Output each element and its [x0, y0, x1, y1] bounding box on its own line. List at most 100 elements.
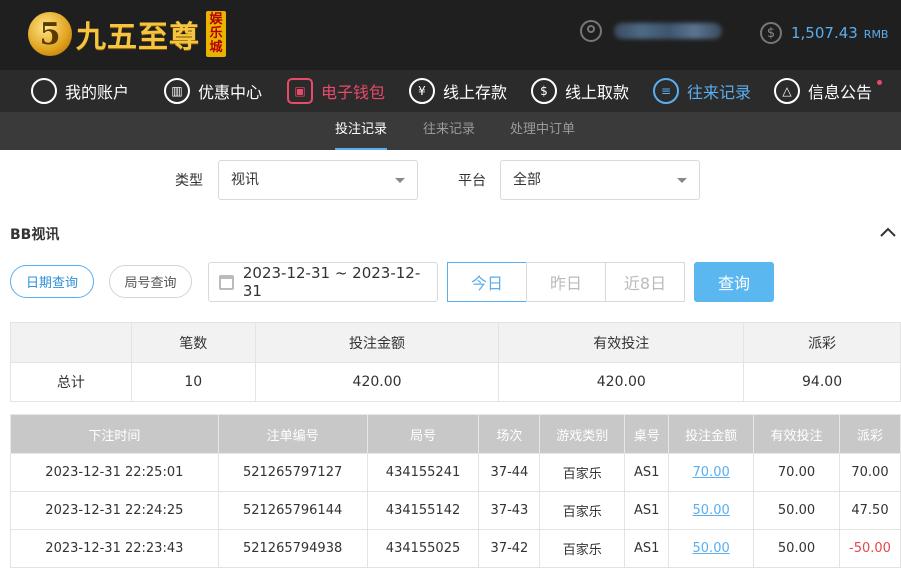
round-id: 434155142 [366, 491, 480, 530]
type-select[interactable]: 视讯 [218, 160, 418, 200]
summary-header-cell: 派彩 [743, 322, 901, 363]
bell-icon: △ [774, 78, 800, 104]
summary-header-cell: 投注金额 [254, 322, 500, 363]
nav-online-deposit[interactable]: ¥ 线上存款 [409, 76, 507, 106]
bet-id: 521265794938 [217, 529, 368, 568]
column-header: 桌号 [624, 414, 670, 454]
nav-label: 线上存款 [443, 83, 508, 102]
summary-header-row: 笔数 投注金额 有效投注 派彩 [10, 322, 901, 363]
type-label: 类型 [175, 173, 203, 189]
payout: -50.00 [838, 529, 901, 568]
gift-icon: ▥ [164, 78, 190, 104]
user-avatar-icon [580, 20, 602, 42]
user-info[interactable] [580, 20, 722, 42]
tab-transaction-records[interactable]: 往来记录 [423, 112, 475, 150]
table-row: 2023-12-31 22:25:01 521265797127 4341552… [10, 453, 901, 492]
balance-display: $ 1,507.43 RMB [760, 22, 888, 44]
bet-time: 2023-12-31 22:25:01 [10, 453, 219, 492]
top-header: 5 九五至尊 娱乐城 $ 1,507.43 RMB [0, 0, 901, 70]
nav-label: 优惠中心 [198, 83, 263, 102]
chevron-up-icon[interactable] [878, 222, 898, 242]
nav-my-account[interactable]: 我的账户 [31, 76, 129, 106]
table-row: 2023-12-31 22:23:43 521265794938 4341550… [10, 529, 901, 568]
table-id: AS1 [624, 491, 670, 530]
bet-id: 521265797127 [217, 453, 368, 492]
table-id: AS1 [624, 453, 670, 492]
nav-e-wallet[interactable]: ▣ 电子钱包 [287, 76, 385, 106]
summary-header-cell: 有效投注 [498, 322, 745, 363]
column-header: 注单编号 [217, 414, 368, 454]
chevron-down-icon [677, 178, 687, 183]
query-button[interactable]: 查询 [694, 262, 774, 302]
nav-transaction-records[interactable]: ≡ 往来记录 [653, 76, 751, 106]
column-header: 场次 [478, 414, 541, 454]
site-logo[interactable]: 5 九五至尊 娱乐城 [28, 8, 226, 60]
deposit-icon: ¥ [409, 78, 435, 104]
column-header: 有效投注 [753, 414, 840, 454]
summary-header-cell: 笔数 [130, 322, 256, 363]
bet-amount-link[interactable]: 50.00 [668, 491, 755, 530]
bet-amount-link[interactable]: 70.00 [668, 453, 755, 492]
column-header: 下注时间 [10, 414, 219, 454]
bet-amount-link[interactable]: 50.00 [668, 529, 755, 568]
payout: 70.00 [838, 453, 901, 492]
bets-header-row: 下注时间 注单编号 局号 场次 游戏类别 桌号 投注金额 有效投注 派彩 [10, 414, 901, 454]
summary-header-cell [10, 322, 132, 363]
section-title: BB视讯 [10, 227, 60, 243]
summary-cell: 94.00 [743, 362, 901, 402]
round-id: 434155241 [366, 453, 480, 492]
notification-dot [877, 80, 883, 85]
session: 37-43 [478, 491, 541, 530]
tab-bet-records[interactable]: 投注记录 [335, 112, 388, 150]
table-id: AS1 [624, 529, 670, 568]
column-header: 派彩 [838, 414, 901, 454]
date-range-value: 2023-12-31 ~ 2023-12-31 [242, 264, 421, 300]
bet-time: 2023-12-31 22:24:25 [10, 491, 219, 530]
sub-nav: 投注记录 往来记录 处理中订单 [0, 112, 901, 150]
logo-text: 九五至尊 [76, 20, 200, 55]
game-type: 百家乐 [539, 529, 626, 568]
bet-id: 521265796144 [217, 491, 368, 530]
logo-tag: 娱乐城 [206, 11, 226, 57]
valid-bet: 50.00 [753, 491, 840, 530]
date-range-input[interactable]: 2023-12-31 ~ 2023-12-31 [208, 262, 438, 302]
platform-select-value: 全部 [513, 172, 541, 188]
bet-time: 2023-12-31 22:23:43 [10, 529, 219, 568]
today-button[interactable]: 今日 [447, 262, 527, 302]
column-header: 局号 [366, 414, 480, 454]
nav-label: 往来记录 [687, 83, 752, 102]
date-query-button[interactable]: 日期查询 [10, 265, 94, 298]
table-row: 2023-12-31 22:24:25 521265796144 4341551… [10, 491, 901, 530]
bets-table: 下注时间 注单编号 局号 场次 游戏类别 桌号 投注金额 有效投注 派彩 202… [10, 414, 901, 568]
nav-online-withdraw[interactable]: $ 线上取款 [531, 76, 629, 106]
nav-label: 电子钱包 [321, 83, 386, 102]
main-nav: 我的账户 ▥ 优惠中心 ▣ 电子钱包 ¥ 线上存款 $ 线上取款 ≡ 往来记录 … [0, 70, 901, 112]
tab-pending-orders[interactable]: 处理中订单 [510, 112, 575, 150]
round-query-button[interactable]: 局号查询 [109, 265, 192, 298]
valid-bet: 70.00 [753, 453, 840, 492]
column-header: 游戏类别 [539, 414, 626, 454]
game-type: 百家乐 [539, 453, 626, 492]
session: 37-42 [478, 529, 541, 568]
summary-cell: 420.00 [254, 362, 500, 402]
nav-label: 线上取款 [565, 83, 630, 102]
game-type: 百家乐 [539, 491, 626, 530]
platform-select[interactable]: 全部 [500, 160, 700, 200]
nav-promotions[interactable]: ▥ 优惠中心 [164, 76, 262, 106]
records-icon: ≡ [653, 78, 679, 104]
nav-label: 我的账户 [65, 83, 130, 102]
dollar-icon: $ [760, 22, 782, 44]
type-select-value: 视讯 [231, 172, 259, 188]
summary-total-row: 总计 10 420.00 420.00 94.00 [10, 362, 901, 402]
round-id: 434155025 [366, 529, 480, 568]
summary-cell: 总计 [10, 362, 132, 402]
summary-cell: 420.00 [498, 362, 745, 402]
withdraw-icon: $ [531, 78, 557, 104]
summary-table: 笔数 投注金额 有效投注 派彩 总计 10 420.00 420.00 94.0… [10, 322, 901, 402]
nav-announcements[interactable]: △ 信息公告 [774, 76, 883, 106]
platform-label: 平台 [458, 173, 486, 189]
balance-currency: RMB [863, 27, 889, 41]
yesterday-button[interactable]: 昨日 [526, 262, 606, 302]
last-8-days-button[interactable]: 近8日 [605, 262, 685, 302]
balance-amount: 1,507.43 [791, 24, 858, 42]
